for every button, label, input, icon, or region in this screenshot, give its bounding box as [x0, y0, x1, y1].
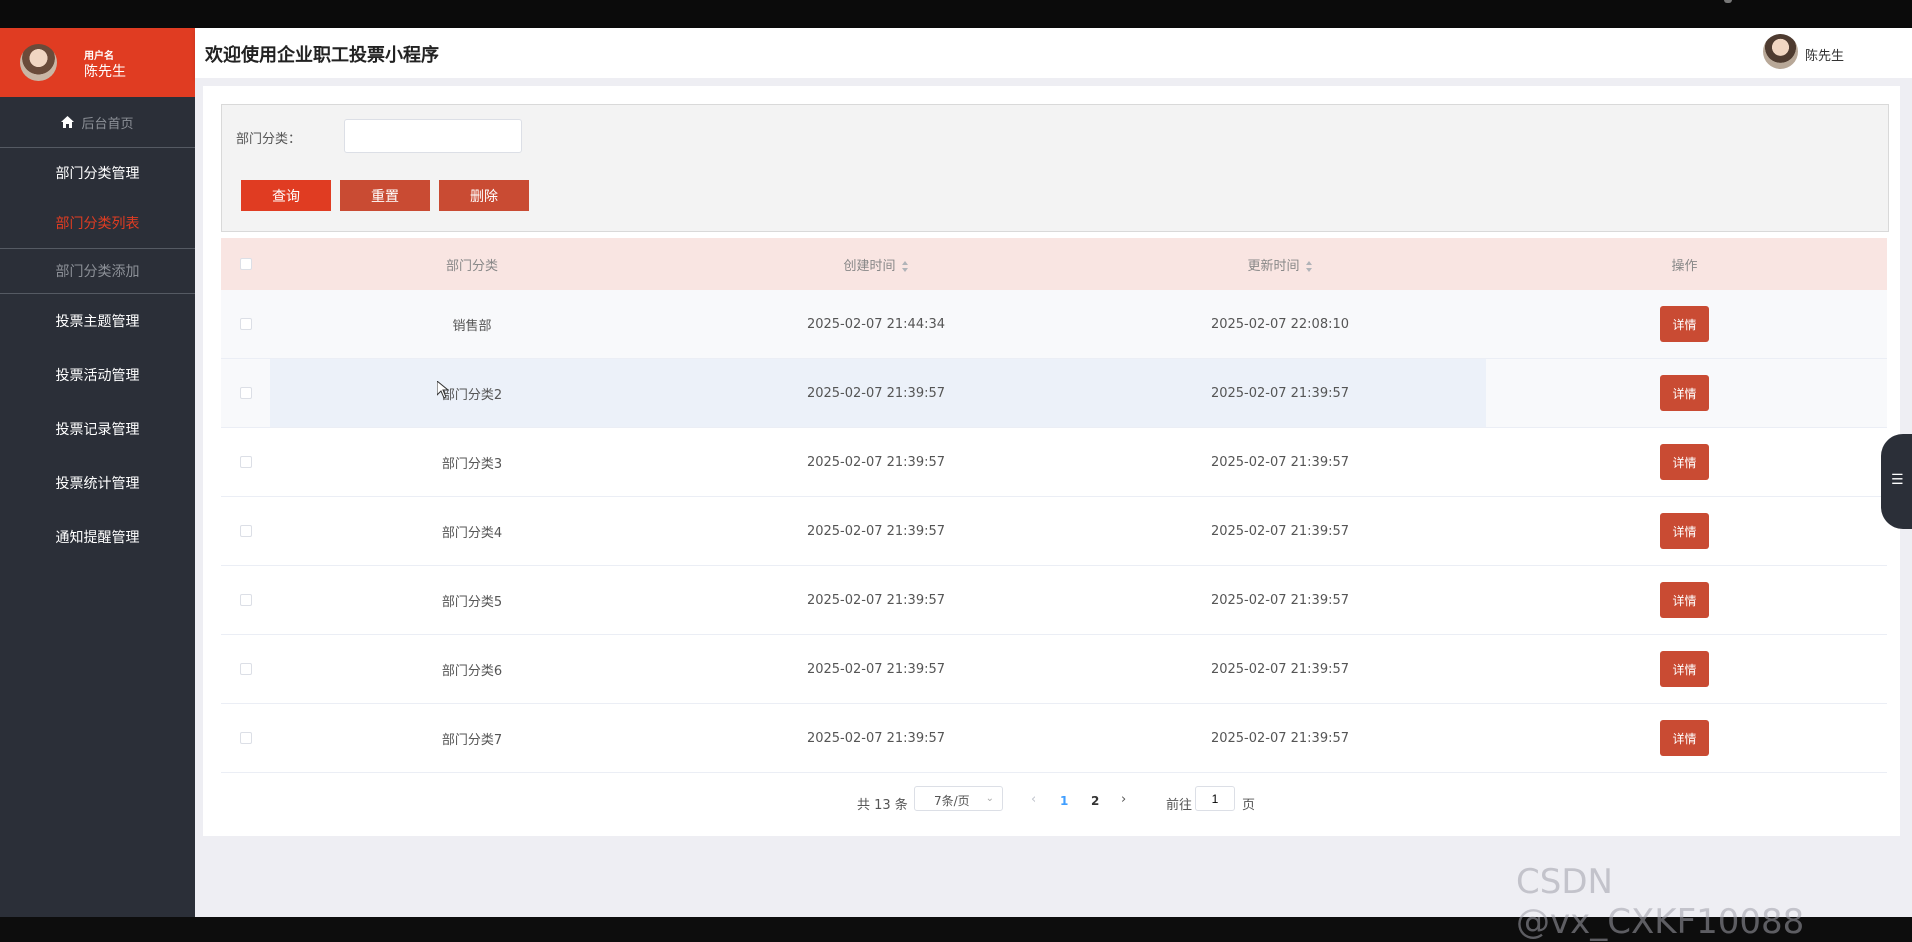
cell-category: 部门分类4: [441, 525, 503, 541]
select-all-checkbox[interactable]: [239, 258, 252, 270]
chevron-down-icon: ⌄: [985, 793, 994, 804]
query-button[interactable]: 查询: [241, 180, 331, 211]
row-checkbox[interactable]: [239, 594, 252, 606]
page-size-select[interactable]: 7条/页 ⌄: [914, 786, 1003, 811]
goto-label: 前往: [1166, 798, 1193, 813]
cell-category: 部门分类2: [441, 387, 503, 403]
reset-button[interactable]: 重置: [340, 180, 430, 211]
column-header-category: 部门分类: [445, 258, 498, 274]
pagination: 共 13 条 7条/页 ⌄ ‹ 1 2 › 前往 页: [203, 786, 1900, 816]
row-checkbox[interactable]: [239, 663, 252, 675]
page-number-2[interactable]: 2: [1091, 794, 1099, 808]
top-black-bar: [0, 0, 1912, 28]
side-drawer-handle[interactable]: ☰: [1881, 434, 1912, 529]
column-header-label: 更新时间: [1247, 258, 1300, 274]
cell-created: 2025-02-07 21:39:57: [806, 592, 946, 608]
detail-button[interactable]: 详情: [1660, 582, 1709, 618]
table-row: 部门分类4 2025-02-07 21:39:57 2025-02-07 21:…: [221, 497, 1887, 566]
sidebar-group-dept[interactable]: 部门分类管理: [0, 148, 195, 198]
sidebar-item-label: 后台首页: [81, 116, 134, 132]
goto-page-input[interactable]: [1195, 786, 1235, 811]
detail-button[interactable]: 详情: [1660, 444, 1709, 480]
page-unit-label: 页: [1242, 798, 1256, 813]
pagination-total: 共 13 条: [857, 798, 908, 813]
sidebar-user-box: 用户名 陈先生: [0, 28, 195, 97]
table-header: 部门分类 创建时间 更新时间 操作: [221, 238, 1887, 290]
cell-updated: 2025-02-07 22:08:10: [1210, 316, 1350, 332]
next-page-icon[interactable]: ›: [1121, 792, 1126, 807]
watermark-text: CSDN @vx_CXKF10088: [1516, 862, 1805, 942]
sort-icon[interactable]: [1305, 260, 1313, 272]
cell-updated: 2025-02-07 21:39:57: [1210, 454, 1350, 470]
cell-category: 部门分类3: [441, 456, 503, 472]
cell-created: 2025-02-07 21:39:57: [806, 385, 946, 401]
dept-category-input[interactable]: [344, 119, 522, 153]
cell-updated: 2025-02-07 21:39:57: [1210, 385, 1350, 401]
header-user-name[interactable]: 陈先生: [1805, 45, 1844, 64]
main-area: 部门分类： 查询 重置 删除 部门分类 创建时间 更新时间 操作 销售部 202…: [195, 78, 1912, 917]
search-panel: 部门分类： 查询 重置 删除: [221, 104, 1889, 232]
cell-created: 2025-02-07 21:39:57: [806, 730, 946, 746]
sidebar-item-notice[interactable]: 通知提醒管理: [0, 510, 195, 564]
column-header-created[interactable]: 创建时间: [674, 255, 1078, 274]
cell-created: 2025-02-07 21:39:57: [806, 454, 946, 470]
top-indicator: [1724, 0, 1732, 3]
row-checkbox[interactable]: [239, 525, 252, 537]
cell-created: 2025-02-07 21:39:57: [806, 661, 946, 677]
cell-updated: 2025-02-07 21:39:57: [1210, 730, 1350, 746]
sidebar-item-vote-activity[interactable]: 投票活动管理: [0, 348, 195, 402]
detail-button[interactable]: 详情: [1660, 306, 1709, 342]
cell-category: 部门分类5: [441, 594, 503, 610]
row-checkbox[interactable]: [239, 387, 252, 399]
row-checkbox[interactable]: [239, 732, 252, 744]
table-row: 部门分类3 2025-02-07 21:39:57 2025-02-07 21:…: [221, 428, 1887, 497]
cell-created: 2025-02-07 21:44:34: [806, 316, 946, 332]
sidebar-item-vote-topic[interactable]: 投票主题管理: [0, 294, 195, 348]
header: 欢迎使用企业职工投票小程序 陈先生: [195, 28, 1912, 78]
row-checkbox[interactable]: [239, 318, 252, 330]
cell-category: 部门分类6: [441, 663, 503, 679]
detail-button[interactable]: 详情: [1660, 651, 1709, 687]
detail-button[interactable]: 详情: [1660, 375, 1709, 411]
delete-button[interactable]: 删除: [439, 180, 529, 211]
page-number-1[interactable]: 1: [1060, 794, 1068, 808]
table-row: 销售部 2025-02-07 21:44:34 2025-02-07 22:08…: [221, 290, 1887, 359]
column-header-label: 创建时间: [843, 258, 896, 274]
table-row: 部门分类5 2025-02-07 21:39:57 2025-02-07 21:…: [221, 566, 1887, 635]
sidebar: 用户名 陈先生 后台首页 部门分类管理 部门分类列表 部门分类添加 投票主题管理…: [0, 28, 195, 917]
table-row: 部门分类6 2025-02-07 21:39:57 2025-02-07 21:…: [221, 635, 1887, 704]
column-header-actions: 操作: [1671, 258, 1698, 274]
prev-page-icon[interactable]: ‹: [1031, 792, 1036, 807]
row-checkbox[interactable]: [239, 456, 252, 468]
menu-list-icon: ☰: [1891, 472, 1904, 488]
detail-button[interactable]: 详情: [1660, 513, 1709, 549]
table-row: 部门分类2 2025-02-07 21:39:57 2025-02-07 21:…: [221, 359, 1887, 428]
detail-button[interactable]: 详情: [1660, 720, 1709, 756]
sort-icon[interactable]: [901, 260, 909, 272]
cell-category: 销售部: [452, 318, 492, 334]
data-table: 部门分类 创建时间 更新时间 操作 销售部 2025-02-07 21:44:3…: [221, 238, 1887, 773]
avatar[interactable]: [20, 44, 57, 81]
user-name: 陈先生: [84, 64, 126, 80]
sidebar-item-home[interactable]: 后台首页: [0, 97, 195, 148]
sidebar-item-vote-stats[interactable]: 投票统计管理: [0, 456, 195, 510]
search-label: 部门分类：: [236, 132, 302, 147]
page-size-value: 7条/页: [934, 794, 970, 808]
page-title: 欢迎使用企业职工投票小程序: [205, 45, 439, 66]
header-avatar[interactable]: [1763, 34, 1798, 69]
cell-updated: 2025-02-07 21:39:57: [1210, 523, 1350, 539]
column-header-updated[interactable]: 更新时间: [1078, 255, 1482, 274]
home-icon: [61, 116, 75, 128]
cell-created: 2025-02-07 21:39:57: [806, 523, 946, 539]
sidebar-item-dept-list[interactable]: 部门分类列表: [0, 198, 195, 249]
cell-category: 部门分类7: [441, 732, 503, 748]
cell-updated: 2025-02-07 21:39:57: [1210, 661, 1350, 677]
table-row: 部门分类7 2025-02-07 21:39:57 2025-02-07 21:…: [221, 704, 1887, 773]
sidebar-item-dept-add[interactable]: 部门分类添加: [0, 249, 195, 294]
cell-updated: 2025-02-07 21:39:57: [1210, 592, 1350, 608]
sidebar-item-vote-record[interactable]: 投票记录管理: [0, 402, 195, 456]
content-card: 部门分类： 查询 重置 删除 部门分类 创建时间 更新时间 操作 销售部 202…: [203, 86, 1900, 836]
user-label: 用户名: [84, 51, 114, 62]
